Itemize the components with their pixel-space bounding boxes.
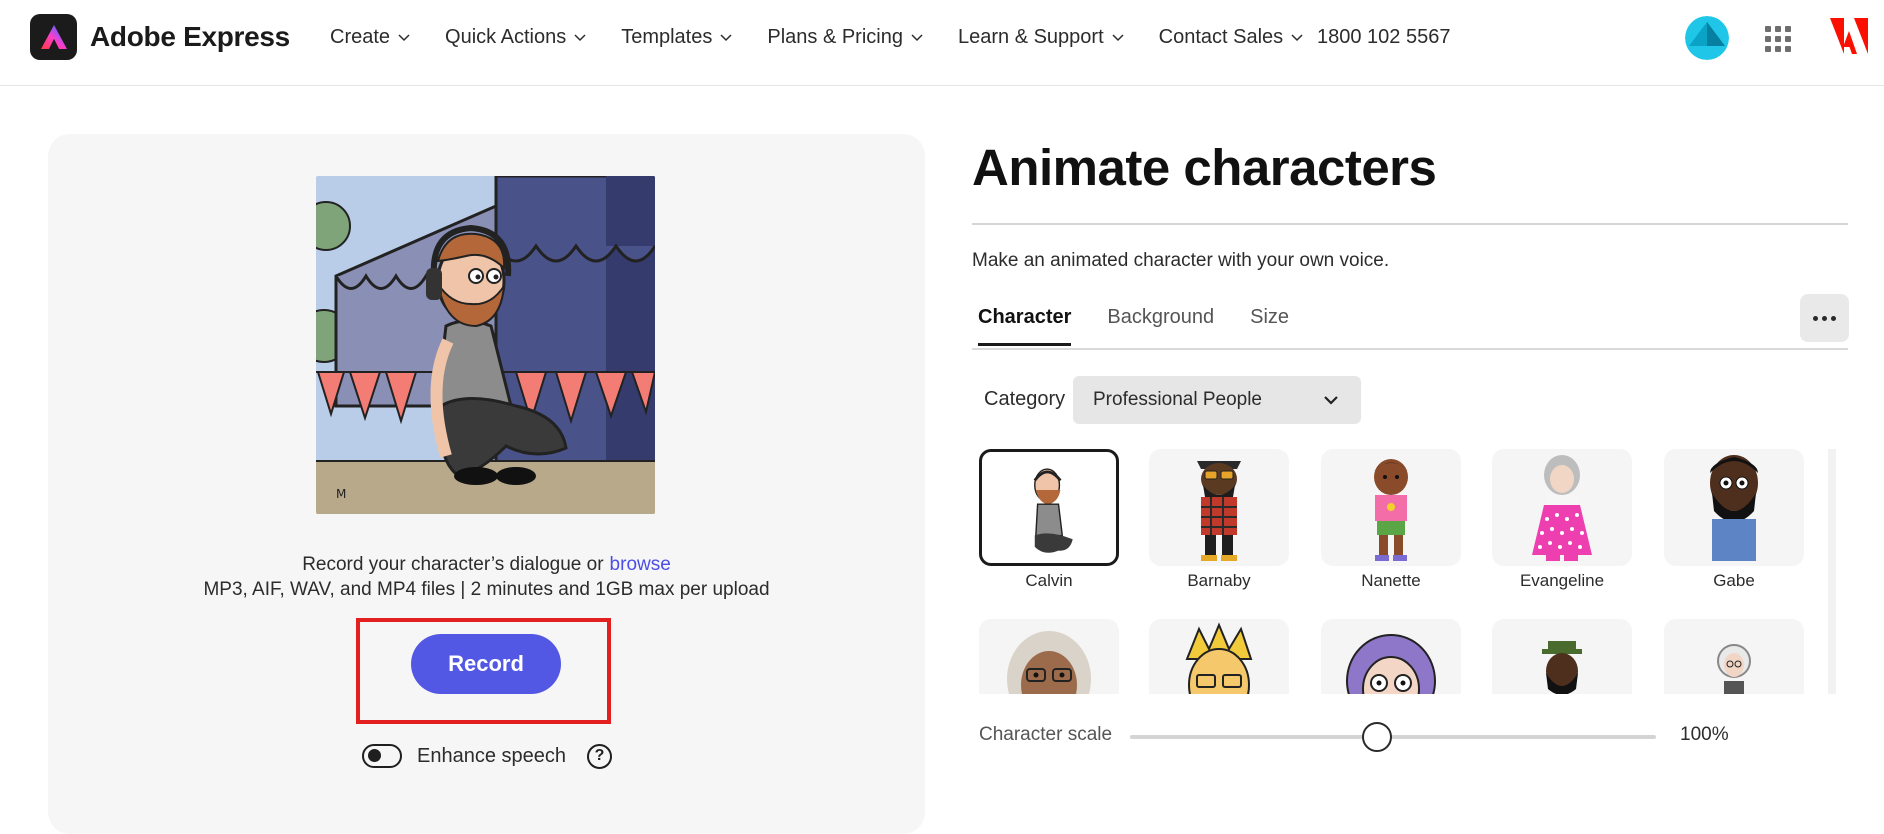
- character-name: Barnaby: [1187, 571, 1251, 590]
- character-card[interactable]: [1149, 619, 1289, 694]
- file-requirements: MP3, AIF, WAV, and MP4 files | 2 minutes…: [203, 579, 770, 600]
- more-dot-icon: [1822, 315, 1827, 321]
- settings-tabs: Character Background Size: [978, 306, 1325, 346]
- chevron-down-icon: [1112, 34, 1124, 42]
- character-card[interactable]: [979, 619, 1119, 694]
- character-card-evangeline[interactable]: [1492, 449, 1632, 566]
- browse-link[interactable]: browse: [610, 554, 671, 575]
- chevron-down-icon: [1324, 396, 1338, 405]
- page-subtitle: Make an animated character with your own…: [972, 250, 1390, 271]
- chevron-down-icon: [398, 34, 410, 42]
- enhance-speech-row: Enhance speech ?: [362, 742, 613, 770]
- nav-create[interactable]: Create: [330, 26, 411, 49]
- character-grid: Calvin Barnaby Nanette Evangeline Gabe: [972, 449, 1842, 694]
- top-navigation-bar: Adobe Express Create Quick Actions Templ…: [0, 0, 1884, 86]
- user-avatar[interactable]: [1685, 16, 1729, 60]
- brand-name: Adobe Express: [90, 21, 290, 52]
- more-options-button[interactable]: [1800, 294, 1849, 342]
- page-title: Animate characters: [972, 139, 1437, 196]
- tab-size[interactable]: Size: [1250, 306, 1289, 346]
- nav-learn-support-label: Learn & Support: [957, 25, 1104, 48]
- category-label: Category: [984, 388, 1066, 410]
- character-scale-handle[interactable]: [1362, 722, 1393, 752]
- svg-text:M: M: [336, 487, 346, 501]
- category-value: Professional People: [1093, 389, 1262, 410]
- nav-create-label: Create: [330, 25, 391, 48]
- nav-templates-label: Templates: [621, 25, 713, 48]
- character-scale-value: 100%: [1680, 724, 1729, 745]
- more-dot-icon: [1813, 315, 1818, 321]
- adobe-express-logo[interactable]: Adobe Express: [30, 14, 290, 60]
- nav-quick-actions[interactable]: Quick Actions: [445, 26, 587, 49]
- toggle-knob: [368, 749, 381, 762]
- character-card-barnaby[interactable]: [1149, 449, 1289, 566]
- character-card-nanette[interactable]: [1321, 449, 1461, 566]
- character-name: Evangeline: [1519, 571, 1605, 590]
- character-scale-label: Character scale: [979, 724, 1113, 745]
- nav-contact-sales-label: Contact Sales: [1158, 25, 1284, 48]
- chevron-down-icon: [911, 34, 923, 42]
- nav-plans-pricing[interactable]: Plans & Pricing: [767, 26, 924, 49]
- nav-contact-sales[interactable]: Contact Sales: [1159, 26, 1305, 49]
- help-icon[interactable]: ?: [587, 743, 613, 769]
- tab-character[interactable]: Character: [978, 306, 1072, 346]
- chevron-down-icon: [574, 34, 586, 42]
- character-card[interactable]: [1664, 619, 1804, 694]
- enhance-speech-toggle[interactable]: [362, 744, 402, 768]
- upload-hint: Record your character’s dialogue or brows…: [48, 554, 925, 576]
- adobe-express-mark-icon: [30, 14, 77, 60]
- record-button[interactable]: Record: [411, 634, 561, 694]
- main-nav: Create Quick Actions Templates Plans & P…: [330, 24, 1338, 50]
- nav-learn-support[interactable]: Learn & Support: [958, 26, 1125, 49]
- character-scale-slider[interactable]: [1130, 735, 1656, 739]
- category-dropdown[interactable]: Professional People: [1073, 376, 1361, 424]
- character-card[interactable]: [1321, 619, 1461, 694]
- character-card[interactable]: [1492, 619, 1632, 694]
- upload-hint-text: Record your character’s dialogue or: [302, 554, 604, 575]
- title-divider: [972, 223, 1848, 225]
- chevron-down-icon: [1291, 34, 1303, 42]
- nav-templates[interactable]: Templates: [621, 26, 733, 49]
- character-name: Nanette: [1361, 571, 1421, 590]
- tabs-divider: [972, 348, 1848, 350]
- more-dot-icon: [1831, 315, 1836, 321]
- phone-number[interactable]: 1800 102 5567: [1317, 26, 1450, 49]
- chevron-down-icon: [720, 34, 732, 42]
- character-name: Calvin: [1025, 571, 1073, 590]
- character-name: Gabe: [1713, 571, 1755, 590]
- grid-scrollbar[interactable]: [1828, 449, 1836, 694]
- nav-quick-actions-label: Quick Actions: [445, 25, 567, 48]
- apps-grid-icon[interactable]: [1765, 26, 1791, 52]
- nav-plans-pricing-label: Plans & Pricing: [767, 25, 903, 48]
- character-card-calvin[interactable]: [979, 449, 1119, 566]
- adobe-logo[interactable]: [1830, 18, 1868, 54]
- enhance-speech-label: Enhance speech: [417, 744, 567, 767]
- character-preview-image: M: [316, 176, 655, 514]
- tab-background[interactable]: Background: [1107, 306, 1214, 346]
- character-card-gabe[interactable]: [1664, 449, 1804, 566]
